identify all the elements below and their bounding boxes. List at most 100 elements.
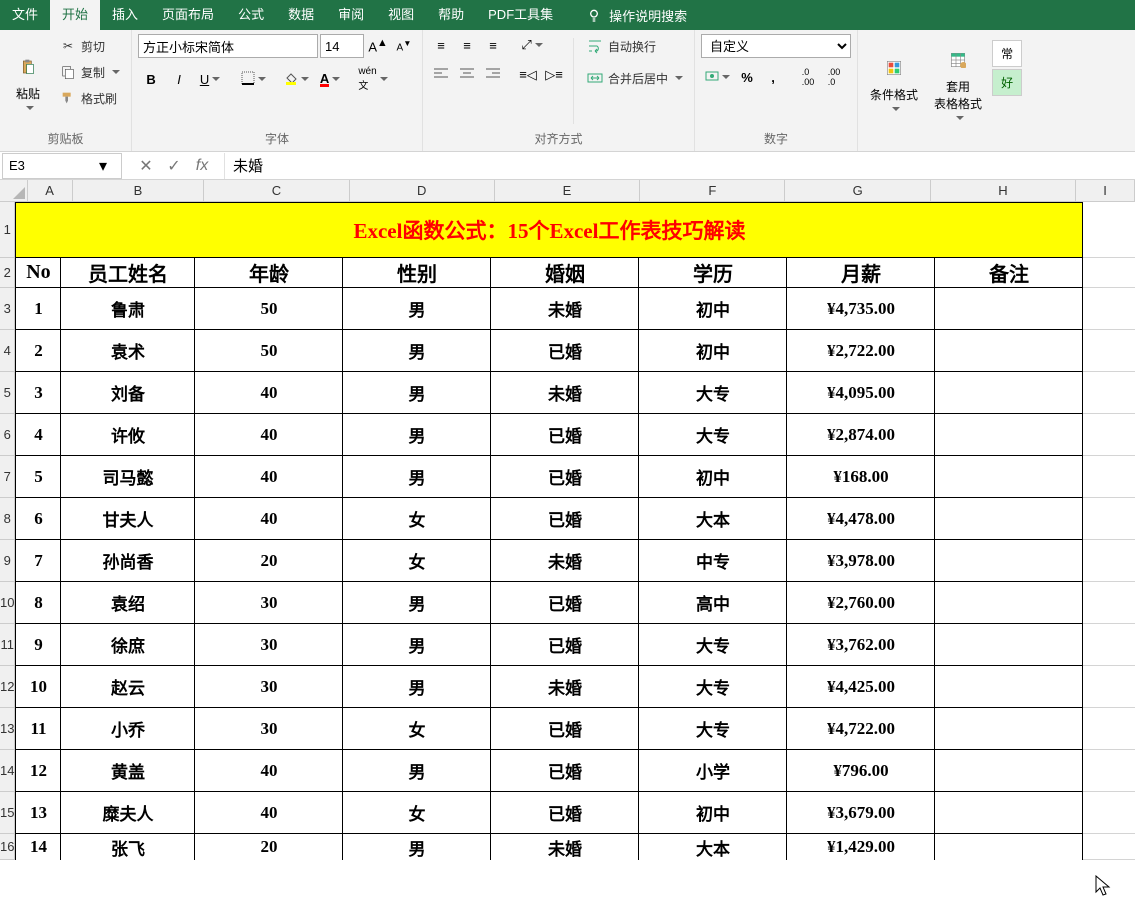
- cell[interactable]: 男: [343, 414, 491, 456]
- cell[interactable]: 20: [195, 834, 343, 860]
- cell[interactable]: 未婚: [491, 666, 639, 708]
- merge-center-button[interactable]: 合并后居中: [581, 66, 688, 90]
- cell[interactable]: [1083, 666, 1135, 708]
- cell[interactable]: 初中: [639, 330, 787, 372]
- cell[interactable]: 已婚: [491, 414, 639, 456]
- cell[interactable]: 已婚: [491, 792, 639, 834]
- cell[interactable]: 已婚: [491, 624, 639, 666]
- cell[interactable]: 1: [15, 288, 61, 330]
- cell[interactable]: 男: [343, 624, 491, 666]
- align-bottom-button[interactable]: ≡: [481, 34, 505, 56]
- cell[interactable]: 初中: [639, 288, 787, 330]
- cell[interactable]: 大本: [639, 498, 787, 540]
- cell[interactable]: 刘备: [61, 372, 195, 414]
- cell[interactable]: 男: [343, 582, 491, 624]
- cell[interactable]: 11: [15, 708, 61, 750]
- cell[interactable]: 30: [195, 666, 343, 708]
- cell[interactable]: 3: [15, 372, 61, 414]
- tab-file[interactable]: 文件: [0, 0, 50, 30]
- cell[interactable]: 备注: [935, 258, 1083, 288]
- col-header[interactable]: D: [350, 180, 495, 202]
- cell[interactable]: ¥3,762.00: [787, 624, 935, 666]
- cell[interactable]: [935, 498, 1083, 540]
- cell[interactable]: 黄盖: [61, 750, 195, 792]
- cell[interactable]: 小乔: [61, 708, 195, 750]
- copy-button[interactable]: 复制: [54, 60, 125, 84]
- cell[interactable]: 女: [343, 498, 491, 540]
- align-middle-button[interactable]: ≡: [455, 34, 479, 56]
- name-box[interactable]: ▾: [2, 153, 122, 179]
- row-header[interactable]: 4: [0, 330, 15, 372]
- cell[interactable]: [1083, 258, 1135, 288]
- increase-font-button[interactable]: A▲: [366, 35, 390, 57]
- cell[interactable]: 5: [15, 456, 61, 498]
- cell[interactable]: ¥4,722.00: [787, 708, 935, 750]
- cell[interactable]: 年龄: [195, 258, 343, 288]
- fx-button[interactable]: fx: [188, 153, 216, 179]
- cell[interactable]: [1083, 498, 1135, 540]
- cell[interactable]: [1083, 372, 1135, 414]
- cell[interactable]: 徐庶: [61, 624, 195, 666]
- cell[interactable]: ¥4,425.00: [787, 666, 935, 708]
- cell[interactable]: 中专: [639, 540, 787, 582]
- cell[interactable]: 司马懿: [61, 456, 195, 498]
- cell[interactable]: 未婚: [491, 372, 639, 414]
- col-header[interactable]: G: [785, 180, 930, 202]
- cell[interactable]: ¥796.00: [787, 750, 935, 792]
- row-header[interactable]: 8: [0, 498, 15, 540]
- cell[interactable]: 男: [343, 288, 491, 330]
- percent-button[interactable]: %: [735, 66, 759, 88]
- increase-decimal-button[interactable]: .0.00: [796, 66, 820, 88]
- tab-formulas[interactable]: 公式: [226, 0, 276, 30]
- cell[interactable]: 12: [15, 750, 61, 792]
- cell[interactable]: ¥4,095.00: [787, 372, 935, 414]
- name-box-dropdown[interactable]: ▾: [93, 156, 113, 176]
- cell[interactable]: [1083, 624, 1135, 666]
- cell[interactable]: 许攸: [61, 414, 195, 456]
- cell[interactable]: [935, 330, 1083, 372]
- fill-color-button[interactable]: [280, 66, 312, 92]
- format-as-table-button[interactable]: 套用 表格格式: [928, 34, 988, 131]
- cell[interactable]: 袁术: [61, 330, 195, 372]
- cell[interactable]: [1083, 456, 1135, 498]
- cell[interactable]: 甘夫人: [61, 498, 195, 540]
- row-header[interactable]: 3: [0, 288, 15, 330]
- row-header[interactable]: 2: [0, 258, 15, 288]
- cell[interactable]: 赵云: [61, 666, 195, 708]
- cell-style-good[interactable]: 好: [992, 69, 1022, 96]
- cell[interactable]: 40: [195, 792, 343, 834]
- tab-home[interactable]: 开始: [50, 0, 100, 30]
- cell[interactable]: 男: [343, 372, 491, 414]
- col-header[interactable]: A: [28, 180, 73, 202]
- cell[interactable]: 未婚: [491, 288, 639, 330]
- cell[interactable]: 40: [195, 414, 343, 456]
- format-painter-button[interactable]: 格式刷: [54, 86, 125, 110]
- cell[interactable]: 50: [195, 330, 343, 372]
- cell[interactable]: 已婚: [491, 498, 639, 540]
- cell[interactable]: 40: [195, 750, 343, 792]
- cell[interactable]: [1083, 202, 1135, 258]
- align-left-button[interactable]: [429, 64, 453, 86]
- cell[interactable]: 40: [195, 498, 343, 540]
- cell[interactable]: 已婚: [491, 708, 639, 750]
- cell[interactable]: 40: [195, 456, 343, 498]
- cell[interactable]: 已婚: [491, 456, 639, 498]
- cell[interactable]: ¥2,722.00: [787, 330, 935, 372]
- row-header[interactable]: 15: [0, 792, 15, 834]
- tab-review[interactable]: 审阅: [326, 0, 376, 30]
- cell[interactable]: 2: [15, 330, 61, 372]
- row-header[interactable]: 7: [0, 456, 15, 498]
- phonetic-button[interactable]: wén文: [357, 66, 389, 92]
- tab-data[interactable]: 数据: [276, 0, 326, 30]
- row-header[interactable]: 12: [0, 666, 15, 708]
- cell[interactable]: ¥2,760.00: [787, 582, 935, 624]
- cell[interactable]: ¥1,429.00: [787, 834, 935, 860]
- cell[interactable]: 大专: [639, 414, 787, 456]
- col-header[interactable]: C: [204, 180, 349, 202]
- sheet-title-cell[interactable]: Excel函数公式：15个Excel工作表技巧解读: [15, 202, 1083, 258]
- font-name-combo[interactable]: [138, 34, 318, 58]
- cell[interactable]: 未婚: [491, 540, 639, 582]
- col-header[interactable]: I: [1076, 180, 1135, 202]
- cell[interactable]: 已婚: [491, 330, 639, 372]
- cell[interactable]: ¥4,478.00: [787, 498, 935, 540]
